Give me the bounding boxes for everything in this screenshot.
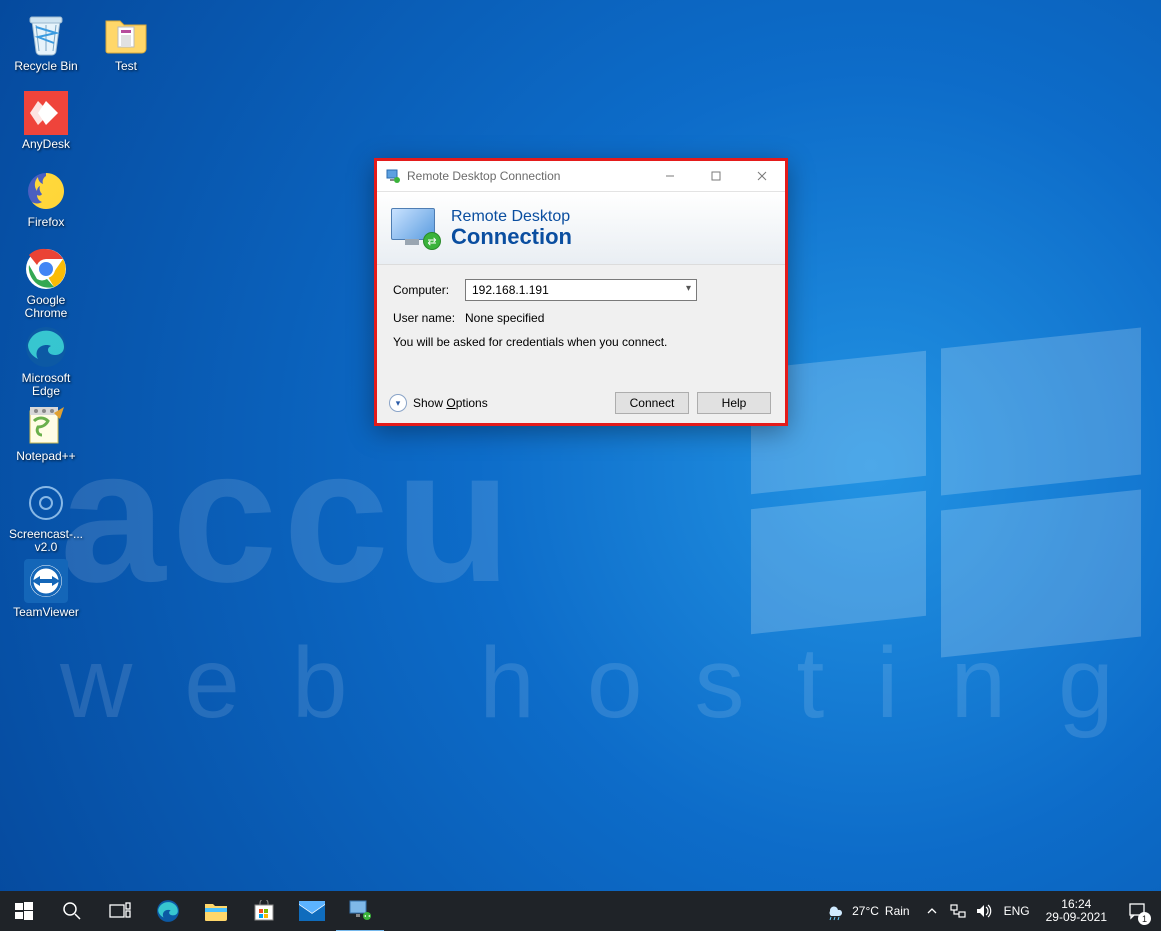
computer-label: Computer: <box>393 283 465 297</box>
icon-label: TeamViewer <box>13 606 79 619</box>
notification-count: 1 <box>1138 912 1151 925</box>
taskbar-app-edge[interactable] <box>144 891 192 931</box>
rdc-titlebar[interactable]: Remote Desktop Connection <box>377 161 785 191</box>
rdc-titlebar-icon <box>385 168 401 184</box>
icon-label: Screencast-... v2.0 <box>8 528 84 554</box>
icon-label: Test <box>115 60 137 73</box>
rdc-banner-text: Remote Desktop Connection <box>451 208 572 248</box>
taskbar[interactable]: 27°C Rain ENG 16:24 29-09-2021 1 <box>0 891 1161 931</box>
tray-language[interactable]: ENG <box>998 904 1036 918</box>
rdc-window: Remote Desktop Connection ⇄ Remote Deskt… <box>377 161 785 423</box>
rdc-body: Computer: ▾ User name: None specified Yo… <box>377 265 785 423</box>
desktop-icon-recycle-bin[interactable]: Recycle Bin <box>8 12 84 90</box>
icon-label: Recycle Bin <box>14 60 77 73</box>
rdc-window-highlight: Remote Desktop Connection ⇄ Remote Deskt… <box>374 158 788 426</box>
show-options-toggle[interactable]: ▾ Show Options <box>389 394 488 412</box>
rdc-banner-icon: ⇄ <box>391 208 439 248</box>
icon-label: AnyDesk <box>22 138 70 151</box>
system-tray: 27°C Rain ENG 16:24 29-09-2021 1 <box>816 891 1161 931</box>
icon-label: Microsoft Edge <box>8 372 84 398</box>
weather-desc: Rain <box>885 904 910 918</box>
desktop-icon-screencast[interactable]: Screencast-... v2.0 <box>8 480 84 558</box>
taskbar-app-explorer[interactable] <box>192 891 240 931</box>
weather-icon <box>824 901 846 921</box>
desktop-icon-chrome[interactable]: Google Chrome <box>8 246 84 324</box>
tray-notifications[interactable]: 1 <box>1117 891 1157 931</box>
credentials-hint: You will be asked for credentials when y… <box>393 335 769 349</box>
icon-label: Google Chrome <box>8 294 84 320</box>
connect-button[interactable]: Connect <box>615 392 689 414</box>
folder-icon <box>103 12 149 58</box>
chevron-down-icon: ▾ <box>389 394 407 412</box>
icon-label: Notepad++ <box>16 450 75 463</box>
recycle-bin-icon <box>23 12 69 58</box>
desktop-icon-firefox[interactable]: Firefox <box>8 168 84 246</box>
desktop-icons-column: Recycle Bin AnyDesk Firefox Google Chrom… <box>8 12 84 636</box>
desktop[interactable]: accu web hosting Recycle Bin AnyDesk Fir… <box>0 0 1161 931</box>
taskbar-app-mail[interactable] <box>288 891 336 931</box>
screencast-icon <box>23 480 69 526</box>
username-label: User name: <box>393 311 465 325</box>
start-button[interactable] <box>0 891 48 931</box>
edge-icon <box>23 324 69 370</box>
desktop-icon-edge[interactable]: Microsoft Edge <box>8 324 84 402</box>
taskbar-app-store[interactable] <box>240 891 288 931</box>
search-button[interactable] <box>48 891 96 931</box>
tray-clock[interactable]: 16:24 29-09-2021 <box>1038 898 1115 924</box>
chevron-down-icon[interactable]: ▾ <box>686 283 691 294</box>
rdc-banner: ⇄ Remote Desktop Connection <box>377 191 785 265</box>
maximize-button[interactable] <box>693 161 739 191</box>
teamviewer-icon <box>23 558 69 604</box>
icon-label: Firefox <box>28 216 65 229</box>
help-button[interactable]: Help <box>697 392 771 414</box>
desktop-icon-test-folder[interactable]: Test <box>88 12 164 90</box>
weather-temp: 27°C <box>852 904 879 918</box>
rdc-footer: ▾ Show Options Connect Help <box>377 383 785 423</box>
desktop-icon-notepadpp[interactable]: Notepad++ <box>8 402 84 480</box>
computer-combo[interactable]: ▾ <box>465 279 697 301</box>
taskbar-app-rdc[interactable] <box>336 890 384 931</box>
close-button[interactable] <box>739 161 785 191</box>
tray-volume-icon[interactable] <box>972 891 996 931</box>
chrome-icon <box>23 246 69 292</box>
firefox-icon <box>23 168 69 214</box>
notepadpp-icon <box>23 402 69 448</box>
anydesk-icon <box>23 90 69 136</box>
tray-network-icon[interactable] <box>946 891 970 931</box>
username-value: None specified <box>465 311 544 325</box>
task-view-button[interactable] <box>96 891 144 931</box>
minimize-button[interactable] <box>647 161 693 191</box>
tray-overflow[interactable] <box>920 891 944 931</box>
desktop-icon-anydesk[interactable]: AnyDesk <box>8 90 84 168</box>
computer-input[interactable] <box>465 279 697 301</box>
rdc-title-text: Remote Desktop Connection <box>407 169 560 183</box>
desktop-icon-teamviewer[interactable]: TeamViewer <box>8 558 84 636</box>
tray-date: 29-09-2021 <box>1046 911 1107 924</box>
tray-weather[interactable]: 27°C Rain <box>816 901 918 921</box>
windows-logo-wallpaper <box>751 330 1141 630</box>
